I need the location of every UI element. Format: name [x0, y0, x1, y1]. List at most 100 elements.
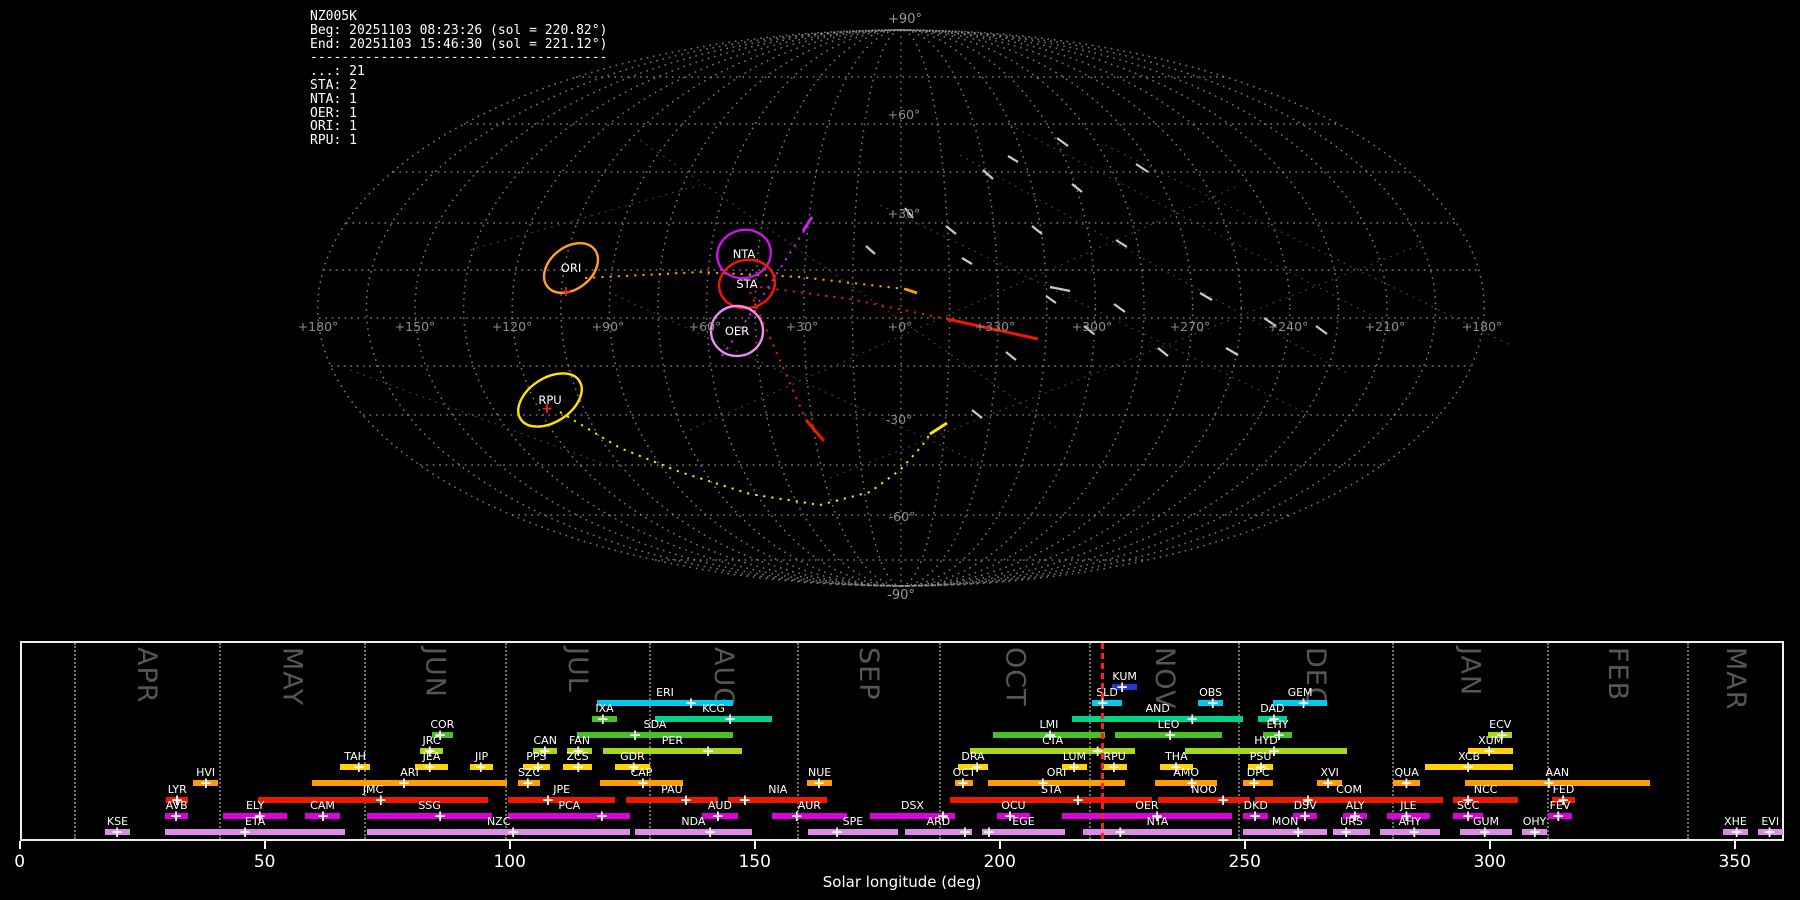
sporadic-meteor-dash: [1115, 239, 1128, 248]
sporadic-trace: [1009, 124, 1391, 326]
latitude-label: +60°: [888, 107, 921, 122]
latitude-label: -60°: [889, 509, 916, 524]
shower-peak-cap: +: [636, 774, 650, 792]
month-label-jan: JAN: [1454, 647, 1486, 697]
month-boundary-nov: [1089, 643, 1092, 839]
shower-peak-aan: +: [1542, 774, 1556, 792]
shower-peak-tah: +: [352, 758, 366, 776]
sporadic-meteor-dash: [982, 169, 994, 180]
shower-peak-ssg: +: [433, 807, 447, 825]
shower-peak-can: +: [538, 742, 552, 760]
axis-tick-300: [1488, 841, 1491, 849]
shower-peak-ahy: +: [1407, 823, 1421, 841]
shower-peak-mon: +: [1291, 823, 1305, 841]
longitude-label: +120°: [492, 319, 533, 334]
shower-peak-hyd: +: [1267, 742, 1281, 760]
shower-peak-hvi: +: [199, 774, 213, 792]
shower-bar-spe: [808, 829, 898, 835]
axis-tick-label-150: 150: [738, 852, 771, 872]
meteor-segment-rpu: [929, 421, 948, 436]
month-label-may: MAY: [276, 647, 308, 707]
axis-tick-label-100: 100: [493, 852, 526, 872]
shower-peak-avb: +: [169, 807, 183, 825]
shower-peak-oer: +: [1150, 807, 1164, 825]
sporadic-meteor-dash: [945, 225, 957, 235]
meteor-trajectory-sta: [751, 285, 948, 320]
shower-peak-tha: +: [1169, 758, 1183, 776]
radiant-label-ori: ORI: [561, 261, 581, 275]
shower-peak-ohy: +: [1528, 823, 1542, 841]
month-boundary-apr: [73, 643, 76, 839]
sporadic-meteor-dash: [1007, 155, 1019, 163]
sporadic-trace: [1104, 144, 1511, 346]
shower-label-spe: SPE: [842, 815, 864, 828]
longitude-label: +0°: [888, 319, 913, 334]
shower-peak-lmi: +: [1043, 726, 1057, 744]
month-boundary-aug: [648, 643, 651, 839]
shower-bar-ssg: [367, 813, 493, 819]
sporadic-trace: [829, 244, 1421, 479]
shower-label-nda: NDA: [681, 815, 706, 828]
shower-label-ori: ORI: [1046, 766, 1067, 779]
x-axis-title: Solar longitude (deg): [822, 873, 982, 891]
shower-peak-lum: +: [1067, 758, 1081, 776]
shower-peak-aly: +: [1348, 807, 1362, 825]
shower-label-per: PER: [661, 734, 683, 747]
shower-peak-ege: +: [982, 823, 996, 841]
shower-peak-fan: +: [572, 742, 585, 760]
month-label-feb: FEB: [1601, 647, 1633, 702]
shower-peak-ecv: +: [1495, 726, 1509, 744]
shower-peak-nta: +: [1113, 823, 1127, 841]
shower-peak-jrc: +: [423, 742, 437, 760]
sporadic-meteor-dash: [1315, 325, 1328, 335]
meteor-segment-ori: [904, 287, 918, 295]
axis-tick-50: [263, 841, 266, 849]
current-sol-marker: [1102, 643, 1105, 839]
sporadic-meteor-dash: [1113, 303, 1126, 313]
shower-peak-nda: +: [703, 823, 717, 841]
month-label-oct: OCT: [999, 647, 1031, 707]
longitude-label: +270°: [1170, 319, 1211, 334]
axis-tick-label-200: 200: [983, 852, 1016, 872]
meteor-segment-nta: [801, 216, 814, 232]
longitude-label: +180°: [1462, 319, 1503, 334]
shower-peak-aur: +: [790, 807, 804, 825]
month-boundary-jul: [504, 643, 507, 839]
shower-peak-ocu: +: [1003, 807, 1017, 825]
shower-peak-cam: +: [316, 807, 330, 825]
axis-tick-label-350: 350: [1718, 852, 1751, 872]
shower-label-nia: NIA: [768, 783, 788, 796]
shower-peak-eri: +: [684, 694, 698, 712]
shower-peak-gum: +: [1478, 823, 1492, 841]
radiant-label-sta: STA: [736, 277, 757, 291]
shower-bar-sta: [950, 797, 1153, 803]
shower-label-eri: ERI: [656, 686, 674, 699]
sporadic-meteor-dash: [1005, 351, 1017, 361]
shower-peak-ely: +: [253, 807, 267, 825]
sporadic-trace: [639, 139, 1061, 431]
pole-label: +90°: [888, 12, 922, 27]
shower-peak-pps: +: [531, 758, 545, 776]
axis-tick-250: [1243, 841, 1246, 849]
shower-peak-qua: +: [1400, 774, 1413, 792]
sky-map: ORINTASTAOERRPU+++180° +150° +120° +90° +60°…: [298, 12, 1511, 603]
shower-peak-urs: +: [1339, 823, 1353, 841]
sporadic-trace: [879, 204, 1311, 416]
longitude-label: +150°: [395, 319, 436, 334]
shower-peak-jip: +: [474, 758, 488, 776]
shower-peak-kcg: +: [723, 710, 737, 728]
sporadic-trace: [349, 369, 621, 471]
shower-peak-dsx: +: [936, 807, 950, 825]
shower-bar-pau: [625, 797, 718, 803]
shower-peak-ncc: +: [1461, 791, 1475, 809]
sporadic-meteor-dash: [1056, 137, 1069, 147]
shower-bar-nta: [1083, 829, 1232, 835]
shower-peak-cta: +: [1091, 742, 1104, 760]
shower-peak-jpe: +: [541, 791, 555, 809]
shower-peak-noo: +: [1216, 791, 1230, 809]
shower-bar-noo: [1157, 797, 1251, 803]
sporadic-trace: [689, 184, 1241, 431]
axis-tick-0: [18, 841, 21, 849]
shower-peak-xvi: +: [1321, 774, 1335, 792]
shower-peak-zcs: +: [572, 758, 585, 776]
